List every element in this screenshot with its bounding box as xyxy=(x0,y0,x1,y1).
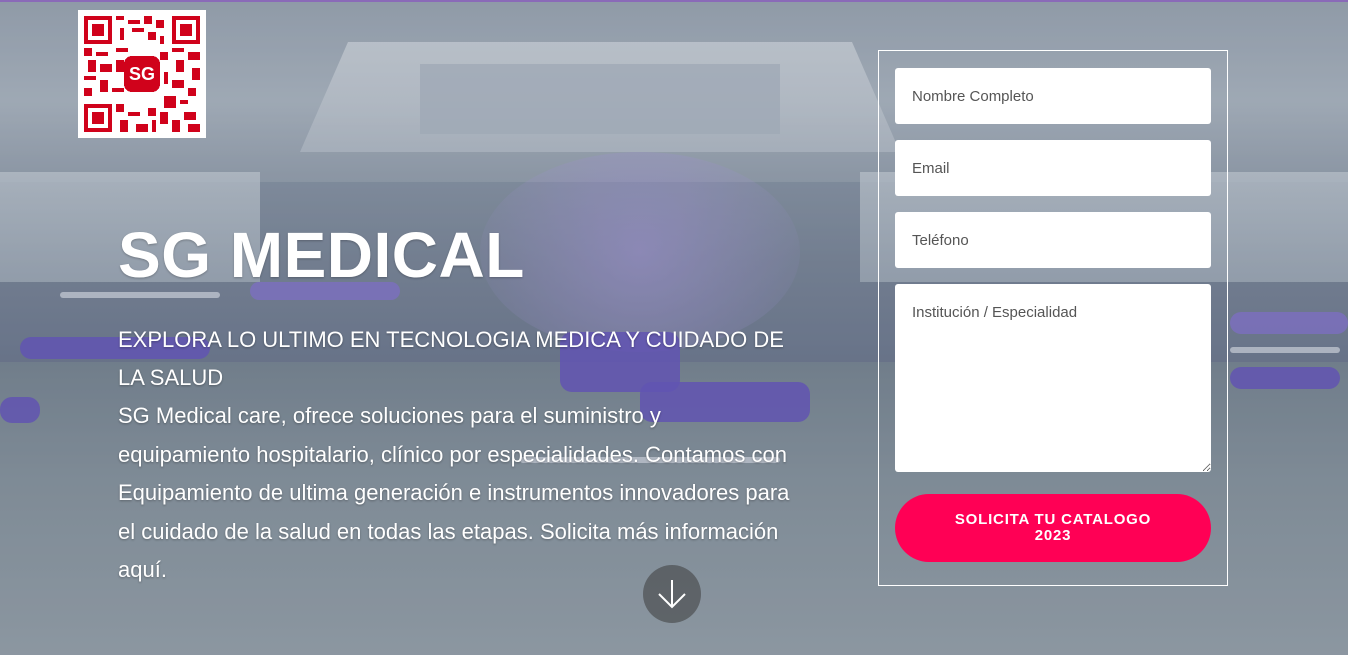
qr-code-graphic: SG xyxy=(84,16,200,132)
institution-specialty-textarea[interactable] xyxy=(895,284,1211,472)
request-catalog-button[interactable]: SOLICITA TU CATALOGO 2023 xyxy=(895,494,1211,562)
catalog-request-form: SOLICITA TU CATALOGO 2023 xyxy=(878,50,1228,586)
scroll-down-button[interactable] xyxy=(643,565,701,623)
full-name-input[interactable] xyxy=(895,68,1211,124)
hero-section: SG SG MEDICAL EXPLORA LO ULTIMO EN TECNO… xyxy=(0,0,1348,655)
email-input[interactable] xyxy=(895,140,1211,196)
hero-description: SG Medical care, ofrece soluciones para … xyxy=(118,403,790,582)
arrow-down-icon xyxy=(658,580,686,609)
qr-logo-text: SG xyxy=(129,64,155,84)
phone-input[interactable] xyxy=(895,212,1211,268)
qr-code-image: SG xyxy=(78,10,206,138)
hero-tagline: EXPLORA LO ULTIMO EN TECNOLOGIA MEDICA Y… xyxy=(118,327,784,390)
page-title: SG MEDICAL xyxy=(118,219,525,291)
